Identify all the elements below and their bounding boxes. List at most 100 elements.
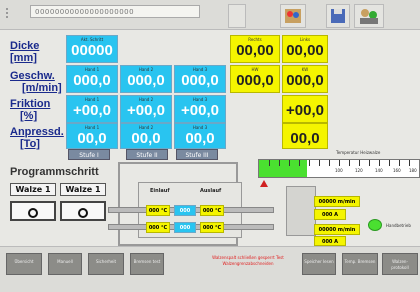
row-label-dicke: Dicke [mm]: [10, 40, 39, 64]
tick: [359, 160, 360, 166]
geschw-hand-3[interactable]: Hand 3 000,0: [174, 65, 226, 93]
geschw-unit: [m/min]: [22, 82, 62, 94]
temp-mid-bottom: 000: [174, 222, 196, 233]
anpressd-hand-3[interactable]: Hand 3 00,0: [174, 123, 226, 149]
einlauf-label: Einlauf: [150, 188, 170, 194]
operators-icon[interactable]: [354, 4, 384, 28]
tick: [289, 160, 290, 166]
temp-mid-top: 000: [174, 205, 196, 216]
nav-bremsentest-button[interactable]: Bremsen test: [130, 253, 164, 275]
geschw-kw[interactable]: KW 000,0: [282, 65, 328, 93]
dicke-label: Dicke: [10, 40, 40, 52]
tick-label: 180: [409, 168, 417, 173]
tick-label: 120: [355, 168, 363, 173]
geschw-label: Geschw.: [10, 70, 55, 82]
cell-value: 000,0: [236, 72, 274, 89]
friktion-hand-1[interactable]: Hand 1 +00,0: [66, 95, 118, 123]
speed-bottom: 00000 m/min: [314, 224, 360, 235]
program-name-field[interactable]: 00000000000000000000: [30, 5, 200, 18]
anpressd-hand-2[interactable]: Hand 2 00,0: [120, 123, 172, 149]
program-step-title: Programmschritt: [10, 166, 99, 178]
cell-value: +00,0: [73, 102, 111, 119]
friktion-hand-2[interactable]: Hand 2 +00,0: [120, 95, 172, 123]
alarm-message: Walzenspalt schließen gesperrt Test Walz…: [212, 255, 284, 266]
temp-auslauf-bottom: 000 °C: [200, 222, 224, 233]
tick: [389, 160, 390, 166]
cell-value: 00,0: [290, 130, 320, 147]
circle-icon: [28, 208, 38, 218]
cell-value: 00,00: [286, 42, 324, 59]
temp-auslauf-top: 000 °C: [200, 205, 224, 216]
status-lamp-icon: [368, 219, 382, 231]
row-label-anpressd: Anpressd. [To]: [10, 126, 64, 150]
cell-value: +00,0: [286, 102, 324, 119]
dicke-links[interactable]: Links 00,00: [282, 35, 328, 63]
tick: [379, 160, 380, 166]
walze-2-button[interactable]: Walze 1: [60, 183, 106, 196]
dicke-current-step[interactable]: Akt. Schritt 00000: [66, 35, 118, 63]
nav-manuell-button[interactable]: Manuell: [48, 253, 82, 275]
temp-ruler-title: Temperatur Heizwalze: [336, 150, 381, 155]
amp-bottom: 000 A: [314, 236, 346, 246]
anpressd-hand-1[interactable]: Hand 1 00,0: [66, 123, 118, 149]
anpressd-actual[interactable]: 00,0: [282, 123, 328, 149]
motor-housing: [286, 186, 316, 236]
cell-value: 00,0: [77, 130, 107, 147]
walze-1-toggle[interactable]: [10, 201, 56, 221]
row-label-geschw: Geschw. [m/min]: [10, 70, 62, 94]
stufe-1-label: Stufe I: [68, 149, 110, 160]
speed-top: 00000 m/min: [314, 196, 360, 207]
menu-grip-icon[interactable]: [6, 8, 16, 18]
nav-speicher-button[interactable]: Speicher lesen: [302, 253, 336, 275]
amp-top: 000 A: [314, 209, 346, 220]
tick: [369, 160, 370, 166]
tick: [399, 160, 400, 166]
friktion-actual[interactable]: +00,0: [282, 95, 328, 123]
temp-pointer-icon: [260, 180, 268, 187]
cell-value: 000,0: [127, 72, 165, 89]
cell-value: 000,0: [181, 72, 219, 89]
tick: [339, 160, 340, 166]
dicke-unit: [mm]: [10, 52, 37, 64]
tick: [349, 160, 350, 166]
temp-einlauf-bottom: 000 °C: [146, 222, 170, 233]
dicke-rechts[interactable]: Rechts 00,00: [230, 35, 280, 63]
nav-walzenprotokoll-button[interactable]: Walzen- protokoll: [382, 253, 418, 275]
geschw-hw[interactable]: HW 000,0: [230, 65, 280, 93]
save-icon[interactable]: [326, 4, 350, 28]
nav-tempbremsen-button[interactable]: Temp. Bremsen: [342, 253, 378, 275]
friktion-label: Friktion: [10, 98, 51, 110]
geschw-hand-2[interactable]: Hand 2 000,0: [120, 65, 172, 93]
temperature-ruler: 100 120 140 160 180: [258, 159, 420, 178]
tick: [269, 160, 270, 166]
friktion-hand-3[interactable]: Hand 3 +00,0: [174, 95, 226, 123]
tick: [319, 160, 320, 166]
users-icon[interactable]: [280, 4, 306, 28]
cell-value: 000,0: [73, 72, 111, 89]
tick-label: 100: [335, 168, 343, 173]
tick: [299, 160, 300, 166]
nav-sicherheit-button[interactable]: Sicherheit: [88, 253, 124, 275]
nav-uebersicht-button[interactable]: Übersicht: [6, 253, 42, 275]
cell-value: 00000: [71, 42, 113, 59]
walze-2-toggle[interactable]: [60, 201, 106, 221]
friktion-unit: [%]: [20, 110, 38, 122]
tick: [279, 160, 280, 166]
tick: [409, 160, 410, 166]
tick-label: 160: [393, 168, 401, 173]
walze-1-button[interactable]: Walze 1: [10, 183, 56, 196]
geschw-hand-1[interactable]: Hand 1 000,0: [66, 65, 118, 93]
cell-value: 000,0: [286, 72, 324, 89]
status-text: Handbetrieb: [386, 223, 411, 228]
anpressd-label: Anpressd.: [10, 126, 64, 138]
auslauf-label: Auslauf: [200, 188, 222, 194]
row-label-friktion: Friktion [%]: [10, 98, 50, 122]
cell-value: 00,00: [236, 42, 274, 59]
temp-einlauf-top: 000 °C: [146, 205, 170, 216]
circle-icon: [78, 208, 88, 218]
tick: [329, 160, 330, 166]
tick-label: 140: [375, 168, 383, 173]
top-toolbar: 00000000000000000000: [0, 0, 420, 30]
spacer-button[interactable]: [228, 4, 246, 28]
stufe-3-label: Stufe III: [176, 149, 218, 160]
